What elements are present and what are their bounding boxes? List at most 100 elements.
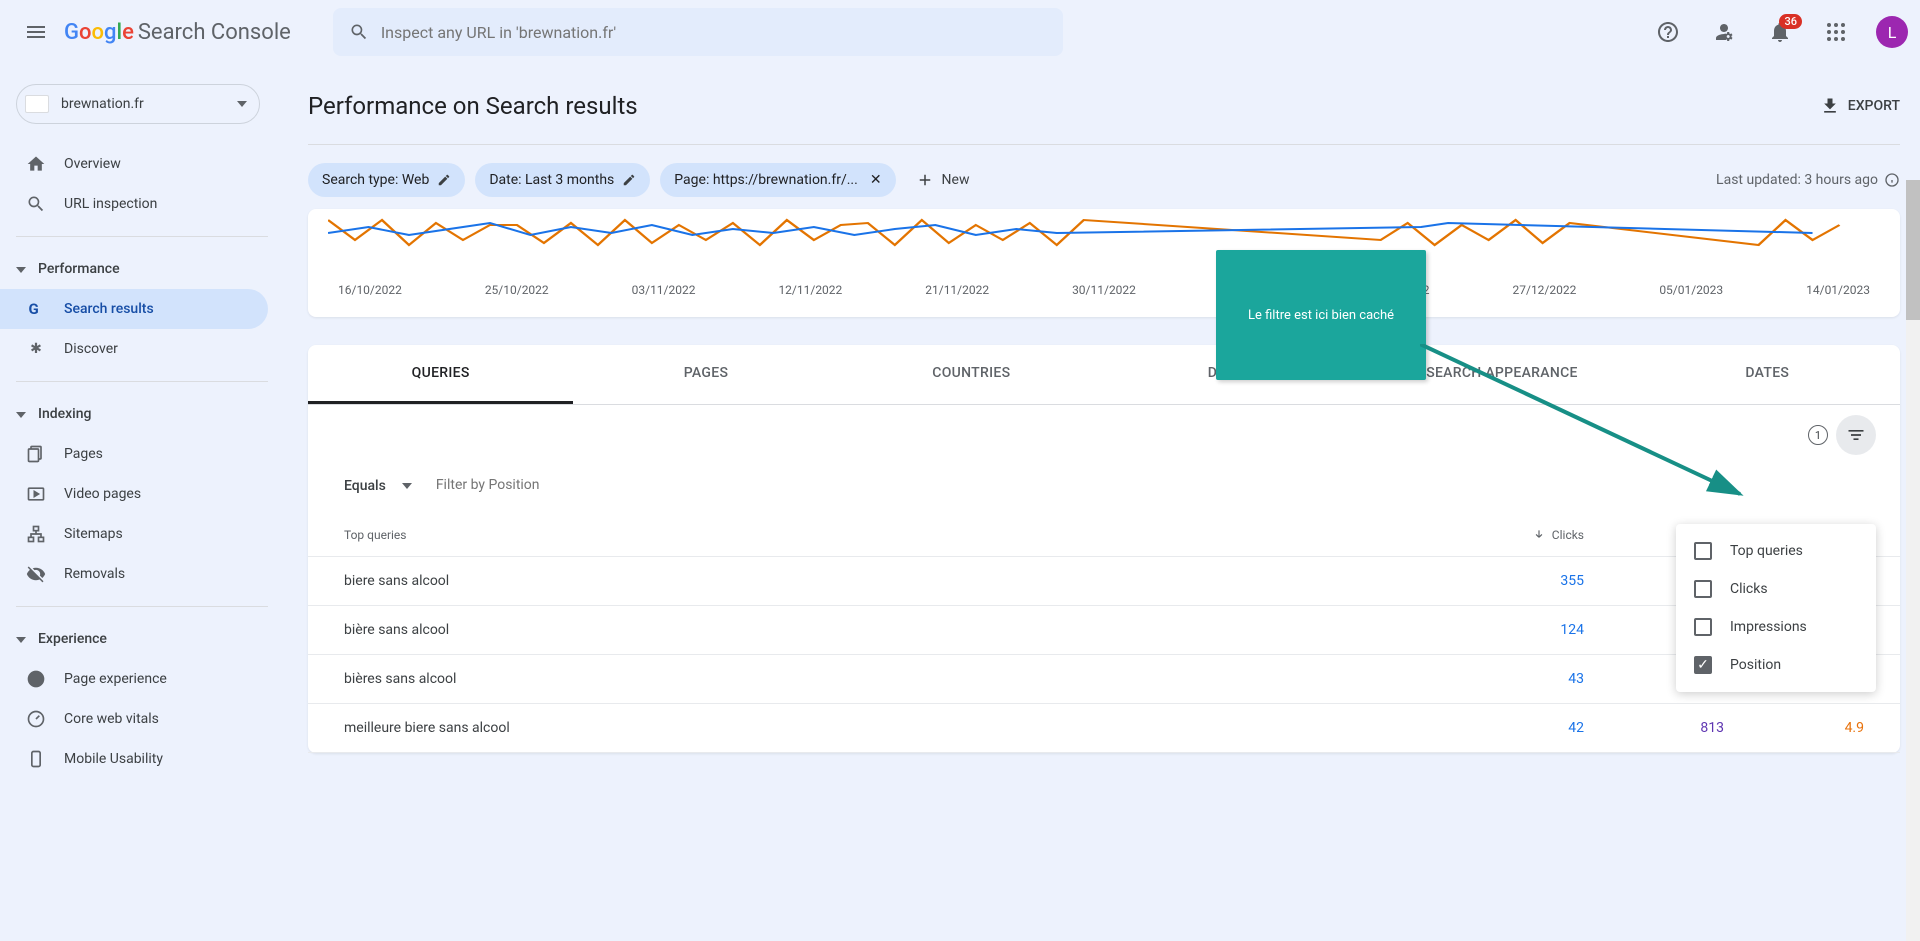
sidebar-section-experience[interactable]: Experience [0,619,268,659]
help-icon [1656,20,1680,44]
chart-x-axis: 16/10/2022 25/10/2022 03/11/2022 12/11/2… [328,283,1880,297]
add-filter-button[interactable]: New [906,171,980,189]
g-icon: G [24,299,48,319]
export-button[interactable]: EXPORT [1820,96,1900,116]
tab-dates[interactable]: DATES [1635,345,1900,404]
sidebar-item-search-results[interactable]: G Search results [0,289,268,329]
tab-bar: QUERIES PAGES COUNTRIES DEVICES SEARCH A… [308,345,1900,405]
popup-item-clicks[interactable]: Clicks [1676,570,1876,608]
date-tick: 05/01/2023 [1659,283,1723,297]
clicks-cell: 124 [1444,622,1584,638]
popup-item-top-queries[interactable]: Top queries [1676,532,1876,570]
position-cell: 4.9 [1724,720,1864,736]
last-updated-text: Last updated: 3 hours ago [1716,172,1878,188]
url-search-bar[interactable] [333,8,1063,56]
checkbox-checked-icon: ✓ [1694,656,1712,674]
property-name: brewnation.fr [61,96,237,112]
chevron-down-icon [16,631,26,647]
date-tick: 21/11/2022 [925,283,989,297]
sidebar-item-sitemaps[interactable]: Sitemaps [0,514,268,554]
download-icon [1820,96,1840,116]
table-row[interactable]: bière sans alcool 124 8,283 8.8 [308,606,1900,655]
sidebar-item-page-experience[interactable]: Page experience [0,659,268,699]
nav-label: Page experience [64,671,167,687]
avatar[interactable]: L [1876,16,1908,48]
logo[interactable]: Google Search Console [64,20,291,45]
sidebar-item-mobile-usability[interactable]: Mobile Usability [0,739,268,779]
sidebar-item-video-pages[interactable]: Video pages [0,474,268,514]
settings-button[interactable] [1700,8,1748,56]
popup-label: Position [1730,657,1781,673]
tab-queries[interactable]: QUERIES [308,345,573,404]
table-row[interactable]: bières sans alcool 43 1,196 6.6 [308,655,1900,704]
help-button[interactable] [1644,8,1692,56]
queries-table-card: QUERIES PAGES COUNTRIES DEVICES SEARCH A… [308,345,1900,753]
info-icon[interactable] [1884,172,1900,188]
hamburger-icon [24,20,48,44]
chip-label: Page: https://brewnation.fr/... [674,172,858,188]
sidebar-item-discover[interactable]: ✱ Discover [0,329,268,369]
search-icon [24,194,48,214]
menu-button[interactable] [12,8,60,56]
close-icon[interactable]: ✕ [870,172,882,188]
table-row[interactable]: biere sans alcool 355 [308,557,1900,606]
phone-icon [24,749,48,769]
popup-label: Impressions [1730,619,1807,635]
position-filter-input[interactable] [436,477,736,494]
sidebar-item-removals[interactable]: Removals [0,554,268,594]
chip-page[interactable]: Page: https://brewnation.fr/... ✕ [660,163,895,197]
tab-countries[interactable]: COUNTRIES [839,345,1104,404]
sidebar-item-core-web-vitals[interactable]: Core web vitals [0,699,268,739]
url-search-input[interactable] [381,23,1047,42]
chart-area[interactable] [328,215,1880,255]
pages-icon [24,444,48,464]
sidebar-section-indexing[interactable]: Indexing [0,394,268,434]
table-row[interactable]: meilleure biere sans alcool 42 813 4.9 [308,704,1900,753]
sidebar-item-url-inspection[interactable]: URL inspection [0,184,268,224]
col-clicks[interactable]: Clicks [1444,528,1584,542]
notifications-button[interactable]: 36 [1756,8,1804,56]
video-icon [24,484,48,504]
nav-label: Search results [64,301,154,317]
equals-label: Equals [344,478,386,494]
col-top-queries[interactable]: Top queries [344,528,1444,542]
table-body: biere sans alcool 355 bière sans alcool … [308,557,1900,753]
property-picker[interactable]: brewnation.fr [16,84,260,124]
plus-icon [916,171,934,189]
line-chart [328,215,1880,255]
notification-badge: 36 [1779,14,1802,29]
table-header: Top queries Clicks Im [308,514,1900,557]
nav-label: Removals [64,566,125,582]
chip-search-type[interactable]: Search type: Web [308,163,465,197]
edit-icon [622,173,636,187]
nav-label: Mobile Usability [64,751,163,767]
date-tick: 03/11/2022 [632,283,696,297]
popup-item-impressions[interactable]: Impressions [1676,608,1876,646]
scroll-thumb[interactable] [1906,180,1920,320]
apps-button[interactable] [1812,8,1860,56]
clicks-cell: 43 [1444,671,1584,687]
chip-date[interactable]: Date: Last 3 months [475,163,650,197]
popup-item-position[interactable]: ✓ Position [1676,646,1876,684]
filter-button[interactable] [1836,415,1876,455]
annotation-callout: Le filtre est ici bien caché [1216,250,1426,380]
checkbox-icon [1694,542,1712,560]
sidebar-item-pages[interactable]: Pages [0,434,268,474]
equals-dropdown[interactable]: Equals [344,478,412,494]
sidebar-item-overview[interactable]: Overview [0,144,268,184]
nav-label: URL inspection [64,196,157,212]
chevron-down-icon [237,101,247,107]
sidebar-section-performance[interactable]: Performance [0,249,268,289]
clicks-cell: 355 [1444,573,1584,589]
home-icon [24,154,48,174]
sidebar: brewnation.fr Overview URL inspection Pe… [0,64,280,941]
date-tick: 12/11/2022 [778,283,842,297]
nav-label: Pages [64,446,103,462]
edit-icon [437,173,451,187]
nav-label: Discover [64,341,118,357]
console-text: Search Console [138,20,291,45]
circle-plus-icon [24,669,48,689]
tab-pages[interactable]: PAGES [573,345,838,404]
section-label: Experience [38,631,107,647]
page-scrollbar[interactable] [1906,180,1920,941]
